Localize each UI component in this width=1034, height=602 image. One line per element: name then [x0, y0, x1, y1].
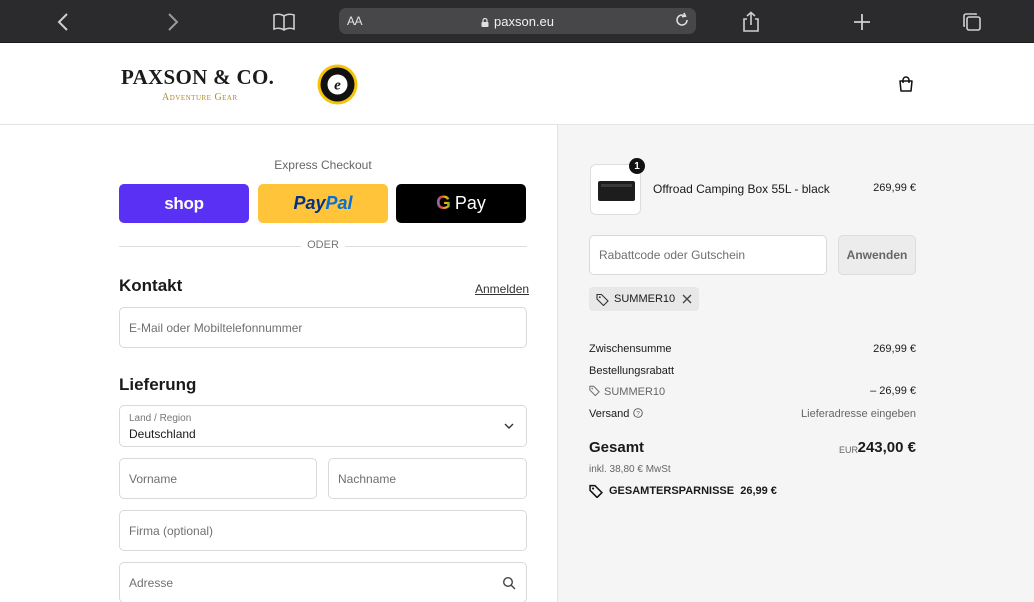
browser-toolbar: AA paxson.eu: [0, 0, 1034, 43]
apply-coupon-button[interactable]: Anwenden: [838, 235, 916, 275]
last-name-placeholder: Nachname: [338, 471, 397, 486]
total-savings: GESAMTERSPARNISSE 26,99 €: [589, 484, 777, 498]
url-text: paxson.eu: [494, 14, 554, 29]
express-checkout-title: Express Checkout: [274, 158, 372, 172]
savings-label: GESAMTERSPARNISSE: [609, 485, 735, 497]
address-field[interactable]: Adresse: [119, 562, 527, 602]
paypal-label-a: Pay: [293, 193, 326, 213]
applied-coupon-code: SUMMER10: [614, 293, 676, 305]
company-field[interactable]: Firma (optional): [119, 510, 527, 551]
shipping-label: Versand: [589, 408, 630, 420]
url-display: paxson.eu: [339, 14, 696, 29]
product-price: 269,99 €: [873, 182, 916, 194]
country-value: Deutschland: [129, 427, 196, 441]
bookmarks-book-icon[interactable]: [272, 10, 296, 34]
tabs-overview-icon[interactable]: [960, 10, 984, 34]
chevron-down-icon: [504, 423, 514, 429]
tax-line: inkl. 38,80 € MwSt: [589, 464, 671, 475]
shop-logo-tagline: Adventure Gear: [162, 92, 238, 103]
svg-text:?: ?: [637, 410, 641, 417]
remove-coupon-close-icon[interactable]: [681, 293, 693, 305]
shop-logo[interactable]: PAXSON & CO.: [121, 65, 274, 90]
savings-tag-icon: [589, 484, 603, 498]
shop-pay-button[interactable]: shop: [119, 184, 249, 223]
help-question-icon[interactable]: ?: [633, 408, 644, 418]
country-label: Land / Region: [129, 413, 192, 424]
quantity-badge: 1: [629, 158, 645, 174]
email-placeholder: E-Mail oder Mobiltelefonnummer: [129, 320, 303, 335]
lock-icon: [481, 18, 489, 27]
shopping-bag-icon[interactable]: [897, 75, 915, 93]
svg-text:e: e: [334, 78, 341, 94]
company-placeholder: Firma (optional): [129, 523, 214, 538]
address-placeholder: Adresse: [129, 575, 174, 590]
or-divider-text: ODER: [307, 239, 339, 251]
search-icon[interactable]: [502, 576, 516, 590]
contact-title: Kontakt: [119, 276, 183, 295]
address-bar[interactable]: AA paxson.eu: [339, 8, 696, 34]
discount-row: Bestellungsrabatt: [589, 365, 916, 377]
discount-label: Bestellungsrabatt: [589, 365, 674, 377]
shop-pay-label: shop: [164, 193, 204, 213]
shipping-value: Lieferadresse eingeben: [801, 408, 916, 420]
discount-code: SUMMER10: [604, 386, 666, 398]
google-g-icon: G: [436, 192, 451, 214]
reload-icon[interactable]: [674, 12, 690, 28]
first-name-field[interactable]: Vorname: [119, 458, 317, 499]
product-name: Offroad Camping Box 55L - black: [653, 182, 830, 196]
login-link[interactable]: Anmelden: [475, 282, 529, 296]
divider-line-right: [345, 246, 527, 247]
shipping-row: Versand? Lieferadresse eingeben: [589, 408, 916, 420]
product-image: [598, 181, 635, 201]
tag-icon: [596, 293, 609, 306]
order-summary-panel: 1 Offroad Camping Box 55L - black 269,99…: [558, 125, 1034, 602]
delivery-title: Lieferung: [119, 375, 197, 394]
total-currency: EUR: [838, 445, 858, 455]
shop-header: PAXSON & CO. Adventure Gear e: [0, 43, 1034, 125]
trusted-shops-seal-icon[interactable]: e: [317, 64, 358, 105]
coupon-input[interactable]: Rabattcode oder Gutschein: [589, 235, 827, 275]
subtotal-value: 269,99 €: [873, 343, 916, 355]
subtotal-label: Zwischensumme: [589, 343, 672, 355]
share-icon[interactable]: [739, 10, 763, 34]
applied-coupon-chip: SUMMER10: [589, 287, 699, 311]
total-label: Gesamt: [589, 439, 645, 456]
google-pay-label: Pay: [454, 193, 486, 213]
discount-code-row: SUMMER10 – 26,99 €: [589, 385, 916, 398]
country-select[interactable]: Land / Region Deutschland: [119, 405, 527, 447]
total-value: 243,00 €: [857, 439, 916, 456]
paypal-button[interactable]: Pay Pal: [258, 184, 388, 223]
last-name-field[interactable]: Nachname: [328, 458, 527, 499]
checkout-form-panel: Express Checkout shop Pay Pal G Pay ODER K…: [0, 125, 558, 602]
tag-icon: [589, 385, 600, 397]
new-tab-plus-icon[interactable]: [850, 10, 874, 34]
or-divider: ODER: [119, 239, 527, 253]
subtotal-row: Zwischensumme 269,99 €: [589, 343, 916, 355]
back-chevron-icon[interactable]: [51, 10, 75, 34]
google-pay-button[interactable]: G Pay: [396, 184, 526, 223]
forward-chevron-icon[interactable]: [161, 10, 185, 34]
email-field[interactable]: E-Mail oder Mobiltelefonnummer: [119, 307, 527, 348]
first-name-placeholder: Vorname: [129, 471, 178, 486]
paypal-label-b: Pal: [325, 193, 353, 213]
coupon-placeholder: Rabattcode oder Gutschein: [599, 248, 746, 262]
discount-value: – 26,99 €: [870, 385, 916, 397]
savings-value: 26,99 €: [740, 485, 777, 497]
